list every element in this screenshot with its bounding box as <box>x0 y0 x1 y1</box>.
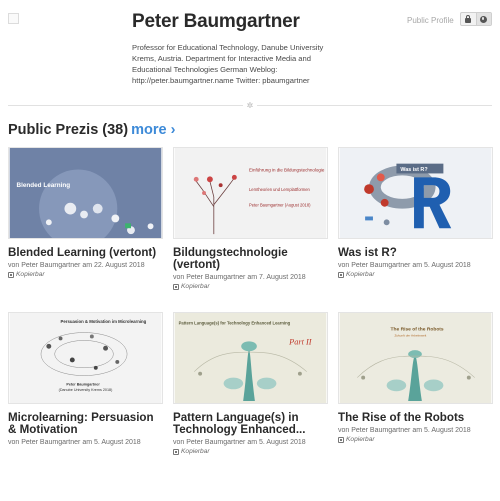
more-link[interactable]: more › <box>131 122 175 138</box>
prezi-meta: von Peter Baumgartner am 22. August 2018 <box>8 262 145 269</box>
copy-badge: Kopierbar <box>8 271 163 278</box>
prezi-thumbnail[interactable]: The Rise of the Robots Zukunft der Arbei… <box>338 312 493 404</box>
section-title-text: Public Prezis (38) <box>8 122 129 138</box>
visibility-toggle[interactable] <box>460 12 492 26</box>
prezi-card[interactable]: Persuasion & Motivation im Microlearning… <box>8 312 163 446</box>
prezi-meta: von Peter Baumgartner am 5. August 2018 <box>173 439 306 446</box>
copy-label: Kopierbar <box>16 271 45 278</box>
prezi-meta: von Peter Baumgartner am 5. August 2018 <box>338 427 471 434</box>
private-option[interactable] <box>461 13 476 25</box>
thumb-line: Peter Baumgartner (August 2018) <box>249 203 311 208</box>
thumb-heading: Einführung in die Bildungstechnologie <box>249 167 325 172</box>
prezi-title[interactable]: Blended Learning (vertont) <box>8 247 163 259</box>
thumb-line: (Danube University Krems 2018) <box>59 388 113 392</box>
prezi-card[interactable]: Blended Learning Blended Learning (verto… <box>8 147 163 278</box>
public-profile-label: Public Profile <box>407 16 454 25</box>
profile-bio: Professor for Educational Technology, Da… <box>132 43 324 85</box>
section-title: Public Prezis (38) more › <box>8 122 175 138</box>
prezi-title[interactable]: Was ist R? <box>338 247 493 259</box>
thumb-heading: Persuasion & Motivation im Microlearning <box>61 319 147 324</box>
copy-label: Kopierbar <box>181 448 210 455</box>
avatar <box>8 13 19 24</box>
copy-label: Kopierbar <box>346 436 375 443</box>
thumbnail-graphic: Blended Learning <box>9 148 162 238</box>
copy-icon <box>173 448 179 455</box>
copy-badge: Kopierbar <box>173 448 328 455</box>
thumb-line: Lerntheorien und Lernplattformen <box>249 187 310 192</box>
copy-icon <box>8 271 14 278</box>
prezi-title[interactable]: Pattern Language(s) in Technology Enhanc… <box>173 412 328 436</box>
prezi-thumbnail[interactable]: Pattern Language(s) for Technology Enhan… <box>173 312 328 404</box>
prezi-card[interactable]: Pattern Language(s) for Technology Enhan… <box>173 312 328 455</box>
thumbnail-graphic: Pattern Language(s) for Technology Enhan… <box>174 313 327 403</box>
prezi-card[interactable]: Einführung in die Bildungstechnologie Le… <box>173 147 328 290</box>
thumbnail-graphic: Was ist R? <box>339 148 492 238</box>
thumb-heading: Blended Learning <box>17 182 71 189</box>
thumbnail-graphic: The Rise of the Robots Zukunft der Arbei… <box>339 313 492 403</box>
copy-label: Kopierbar <box>181 283 210 290</box>
prezi-title[interactable]: Bildungstechnologie (vertont) <box>173 247 328 271</box>
thumb-heading: Was ist R? <box>400 167 427 173</box>
thumbnail-graphic: Einführung in die Bildungstechnologie Le… <box>174 148 327 238</box>
copy-icon <box>338 271 344 278</box>
copy-icon <box>338 436 344 443</box>
thumb-heading: The Rise of the Robots <box>391 327 444 333</box>
thumb-heading: Pattern Language(s) for Technology Enhan… <box>179 321 291 326</box>
lock-icon <box>465 14 472 23</box>
prezi-meta: von Peter Baumgartner am 5. August 2018 <box>338 262 471 269</box>
divider-ornament: ✲ <box>243 100 257 111</box>
public-option[interactable] <box>475 13 491 25</box>
prezi-thumbnail[interactable]: Blended Learning <box>8 147 163 239</box>
copy-badge: Kopierbar <box>173 283 328 290</box>
globe-icon <box>480 15 488 23</box>
copy-badge: Kopierbar <box>338 271 493 278</box>
prezi-meta: von Peter Baumgartner am 5. August 2018 <box>8 439 141 446</box>
prezi-card[interactable]: The Rise of the Robots Zukunft der Arbei… <box>338 312 493 443</box>
prezi-title[interactable]: Microlearning: Persuasion & Motivation <box>8 412 163 436</box>
thumb-line: Part II <box>288 337 313 346</box>
profile-name: Peter Baumgartner <box>132 11 300 32</box>
copy-badge: Kopierbar <box>338 436 493 443</box>
thumbnail-graphic: Persuasion & Motivation im Microlearning… <box>9 313 162 403</box>
prezi-card[interactable]: Was ist R? Was ist R? von Peter Baumgart… <box>338 147 493 278</box>
prezi-meta: von Peter Baumgartner am 7. August 2018 <box>173 274 306 281</box>
thumb-line: Peter Baumgartner <box>66 382 100 386</box>
prezi-title[interactable]: The Rise of the Robots <box>338 412 493 424</box>
prezi-thumbnail[interactable]: Persuasion & Motivation im Microlearning… <box>8 312 163 404</box>
prezi-thumbnail[interactable]: Einführung in die Bildungstechnologie Le… <box>173 147 328 239</box>
copy-icon <box>173 283 179 290</box>
copy-label: Kopierbar <box>346 271 375 278</box>
prezi-thumbnail[interactable]: Was ist R? <box>338 147 493 239</box>
thumb-line: Zukunft der Arbeitswelt <box>394 333 426 337</box>
